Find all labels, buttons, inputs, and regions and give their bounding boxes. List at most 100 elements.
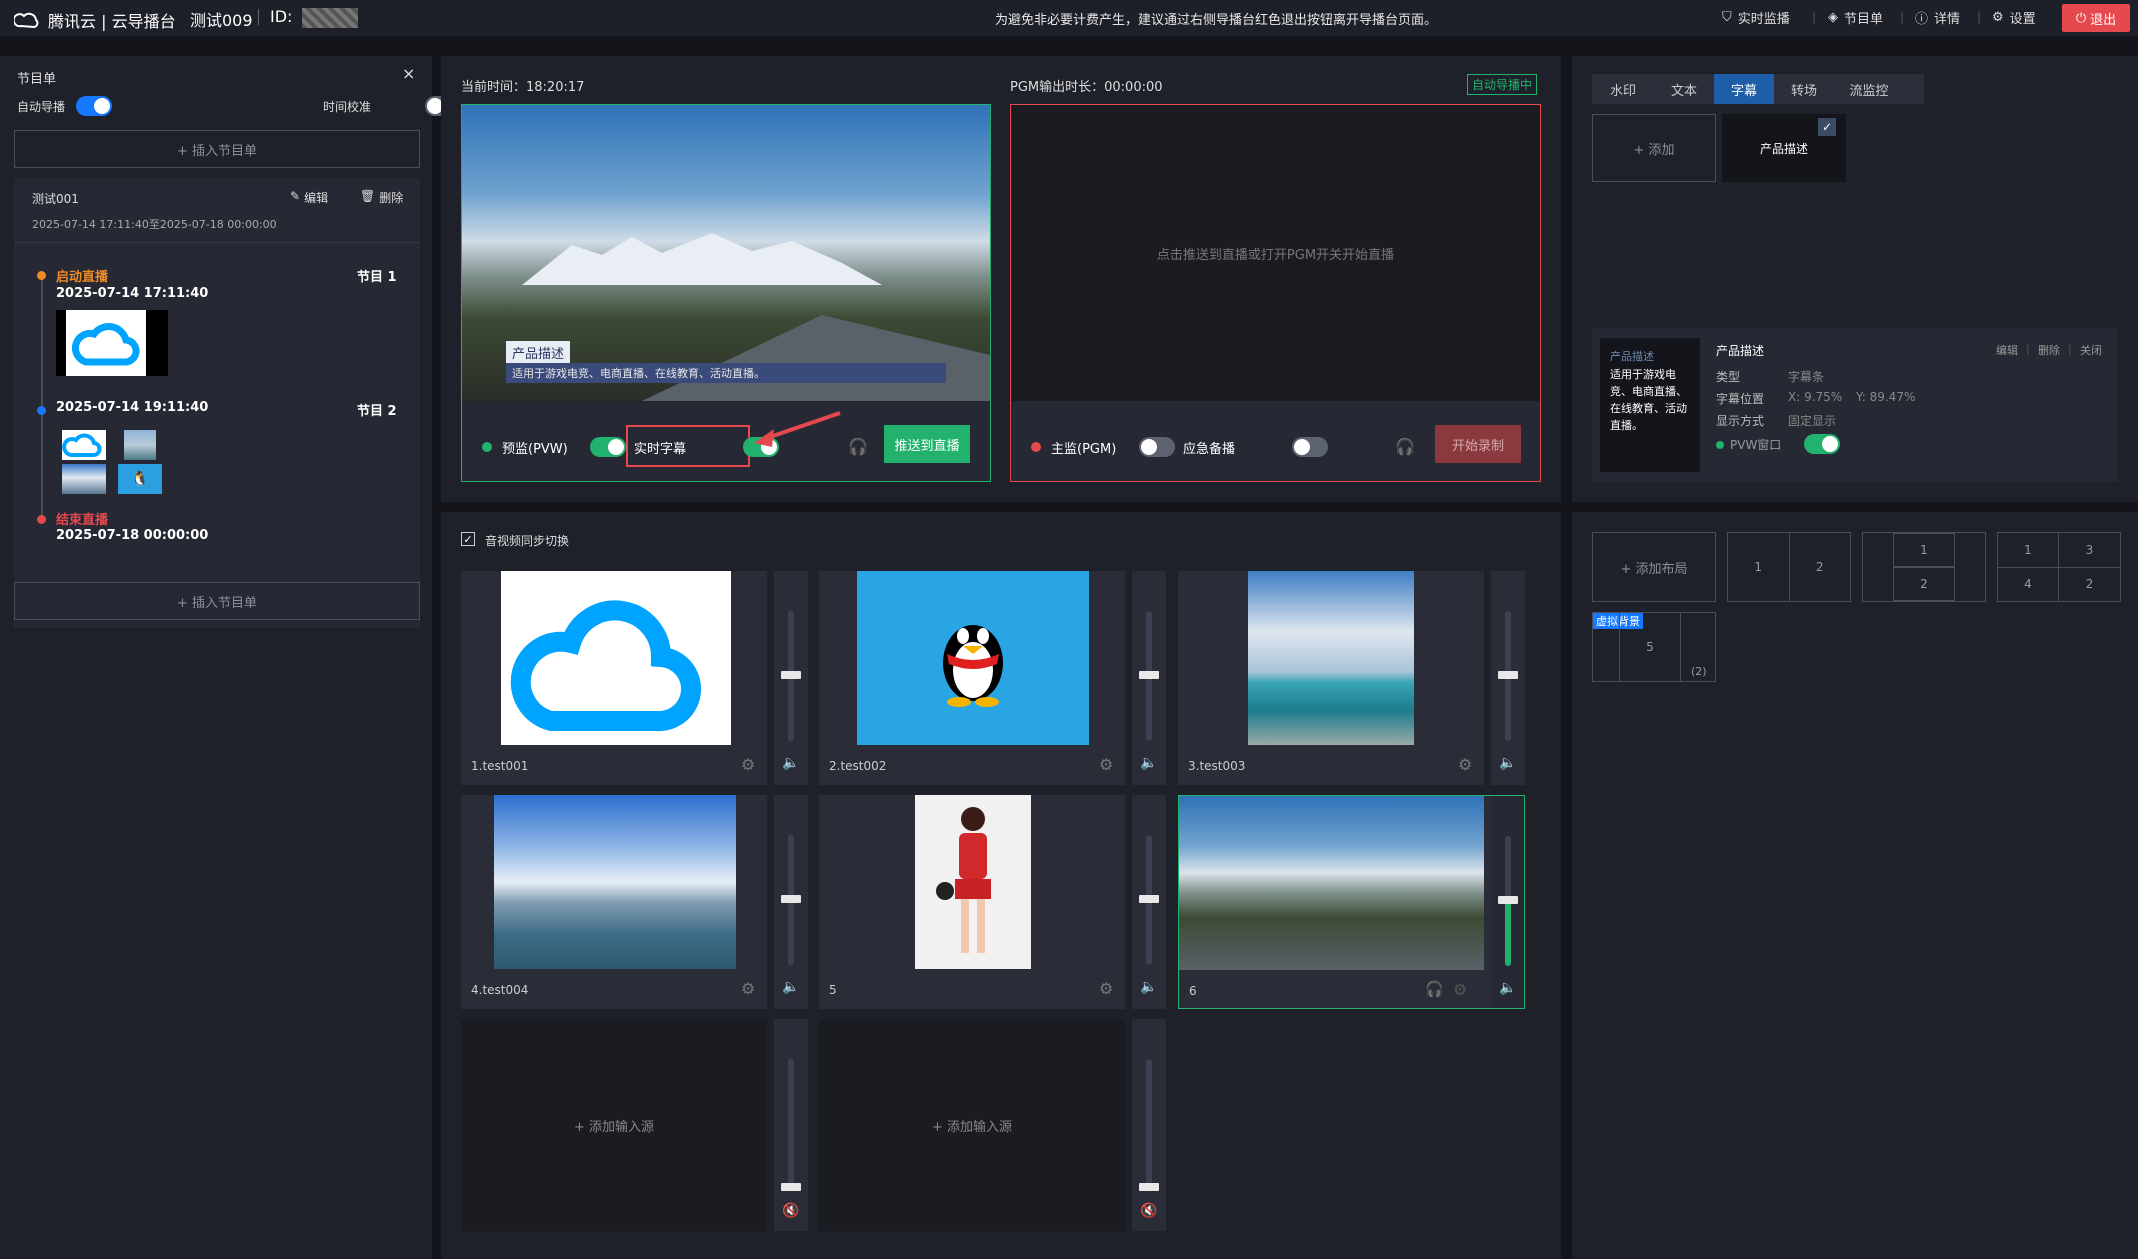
menu-settings[interactable]: ⚙ 设置 (1992, 8, 2036, 27)
volume-thumb[interactable] (781, 1183, 801, 1191)
program-1-thumbnail (56, 310, 168, 376)
gear-icon[interactable]: ⚙ (741, 979, 755, 998)
sidebar-title: 节目单 (17, 72, 57, 87)
speaker-icon[interactable]: 🔈 (782, 755, 799, 771)
speaker-icon[interactable]: 🔈 (1499, 755, 1516, 771)
detail-close[interactable]: 关闭 (2080, 342, 2102, 358)
mountain-range (522, 233, 882, 285)
program-1-label: 节目 1 (357, 270, 397, 285)
source-3-thumbnail (1248, 571, 1414, 745)
add-subtitle-button[interactable]: + 添加 (1592, 114, 1716, 182)
start-live-label: 启动直播 (56, 270, 109, 285)
pvw-toggle[interactable] (590, 437, 626, 457)
volume-thumb[interactable] (781, 895, 801, 903)
insert-program-button[interactable]: + 插入节目单 (14, 130, 420, 168)
pvw-status-dot (482, 442, 492, 452)
layout-pip-2[interactable]: 1 2 (1862, 532, 1986, 602)
overlay-panel: 水印 文本 字幕 转场 流监控 + 添加 产品描述 ✓ 产品描述 适用于游戏电竞… (1572, 56, 2138, 502)
pvw-window-toggle[interactable] (1804, 434, 1840, 454)
tab-watermark[interactable]: 水印 (1592, 74, 1654, 104)
pgm-placeholder: 点击推送到直播或打开PGM开关开始直播 (1156, 247, 1395, 263)
headphone-muted-icon[interactable]: 🎧 (1395, 437, 1415, 456)
thumb-sky (62, 464, 106, 494)
timeline-line (41, 272, 43, 520)
gear-icon[interactable]: ⚙ (1458, 755, 1472, 774)
speaker-icon[interactable]: 🔈 (1499, 980, 1516, 996)
source-5-thumbnail (915, 795, 1031, 969)
volume-slider-1[interactable]: 🔈 (774, 571, 808, 785)
sync-checkbox[interactable]: ✓ (461, 532, 475, 546)
gear-icon[interactable]: ⚙ (1099, 979, 1113, 998)
layout-virtual-background[interactable]: 虚拟背景 5 (2) (1592, 612, 1716, 682)
volume-thumb[interactable] (1498, 671, 1518, 679)
divider (14, 242, 420, 243)
detail-delete[interactable]: 删除 (2038, 342, 2060, 358)
add-input-source-2[interactable]: + 添加输入源 (819, 1019, 1125, 1231)
gear-icon[interactable]: ⚙ (1099, 755, 1113, 774)
exit-button[interactable]: ⏻ 退出 (2062, 4, 2130, 32)
pgm-toggle[interactable] (1139, 437, 1175, 457)
tab-subtitle[interactable]: 字幕 (1714, 74, 1774, 104)
divider: | (1977, 10, 1982, 24)
source-tile-3[interactable]: 3.test003 ⚙ (1178, 571, 1484, 785)
source-tile-4[interactable]: 4.test004 ⚙ (461, 795, 767, 1009)
speaker-icon[interactable]: 🔈 (782, 979, 799, 995)
push-to-live-button[interactable]: 推送到直播 (884, 425, 970, 463)
add-input-source-1[interactable]: + 添加输入源 (461, 1019, 767, 1231)
volume-slider-5[interactable]: 🔈 (1132, 795, 1166, 1009)
start-record-button[interactable]: 开始录制 (1435, 425, 1521, 463)
subtitle-item[interactable]: 产品描述 ✓ (1722, 114, 1846, 182)
tab-transition[interactable]: 转场 (1774, 74, 1834, 104)
speaker-icon[interactable]: 🔈 (1140, 979, 1157, 995)
source-tile-1[interactable]: 1.test001 ⚙ (461, 571, 767, 785)
backup-toggle[interactable] (1292, 437, 1329, 457)
pvw-window-label: PVW窗口 (1730, 438, 1782, 452)
speaker-muted-icon[interactable]: 🔇 (782, 1203, 799, 1219)
menu-details[interactable]: ⓘ 详情 (1915, 8, 1960, 27)
tab-text[interactable]: 文本 (1654, 74, 1714, 104)
pvw-label: 预监(PVW) (502, 442, 568, 457)
subtitle-item-label: 产品描述 (1759, 141, 1808, 156)
masked-id (302, 8, 358, 28)
annotation-arrow-icon (754, 411, 841, 447)
add-layout-button[interactable]: + 添加布局 (1592, 532, 1716, 602)
delete-program-button[interactable]: 🗑 删除 (360, 189, 403, 206)
menu-program-list[interactable]: ◈ 节目单 (1828, 8, 1883, 27)
volume-thumb[interactable] (1139, 1183, 1159, 1191)
brand: 腾讯云 | 云导播台 (14, 8, 176, 32)
detail-edit[interactable]: 编辑 (1996, 342, 2018, 358)
layout-split-2[interactable]: 1 2 (1727, 532, 1851, 602)
end-time: 2025-07-18 00:00:00 (56, 528, 209, 543)
speaker-icon[interactable]: 🔈 (1140, 755, 1157, 771)
insert-program-button-2[interactable]: + 插入节目单 (14, 582, 420, 620)
volume-slider-3[interactable]: 🔈 (1491, 571, 1525, 785)
volume-thumb[interactable] (781, 671, 801, 679)
close-icon[interactable]: × (402, 64, 415, 83)
auto-director-toggle[interactable] (76, 96, 112, 116)
info-icon: ⓘ (1915, 12, 1929, 27)
source-tile-6[interactable]: 6 🎧 ⚙ 🔈 (1178, 795, 1525, 1009)
source-tile-5[interactable]: 5 ⚙ (819, 795, 1125, 1009)
edit-program-button[interactable]: ✎ 编辑 (290, 189, 328, 206)
volume-slider-4[interactable]: 🔈 (774, 795, 808, 1009)
volume-slider-8[interactable]: 🔇 (1132, 1019, 1166, 1231)
volume-thumb[interactable] (1139, 671, 1159, 679)
headphone-muted-icon[interactable]: 🎧 (1425, 980, 1444, 998)
volume-thumb[interactable] (1498, 896, 1518, 904)
source-tile-2[interactable]: 2.test002 ⚙ (819, 571, 1125, 785)
speaker-muted-icon[interactable]: 🔇 (1140, 1203, 1157, 1219)
gear-icon[interactable]: ⚙ (741, 755, 755, 774)
layout-grid-4[interactable]: 1 3 4 2 (1997, 532, 2121, 602)
volume-slider-2[interactable]: 🔈 (1132, 571, 1166, 785)
volume-thumb[interactable] (1139, 895, 1159, 903)
source-2-thumbnail (857, 571, 1089, 745)
program-2-label: 节目 2 (357, 404, 397, 419)
volume-slider-7[interactable]: 🔇 (774, 1019, 808, 1231)
tab-stream-monitor[interactable]: 流监控 (1834, 74, 1904, 104)
menu-live-monitor[interactable]: ⛉ 实时监播 (1722, 8, 1790, 27)
task-id-label: ID: (270, 7, 293, 26)
volume-slider-6[interactable]: 🔈 (1492, 796, 1524, 1008)
headphone-muted-icon[interactable]: 🎧 (848, 437, 868, 456)
gear-icon[interactable]: ⚙ (1453, 980, 1467, 999)
time-calibration-label: 时间校准 (323, 100, 372, 114)
